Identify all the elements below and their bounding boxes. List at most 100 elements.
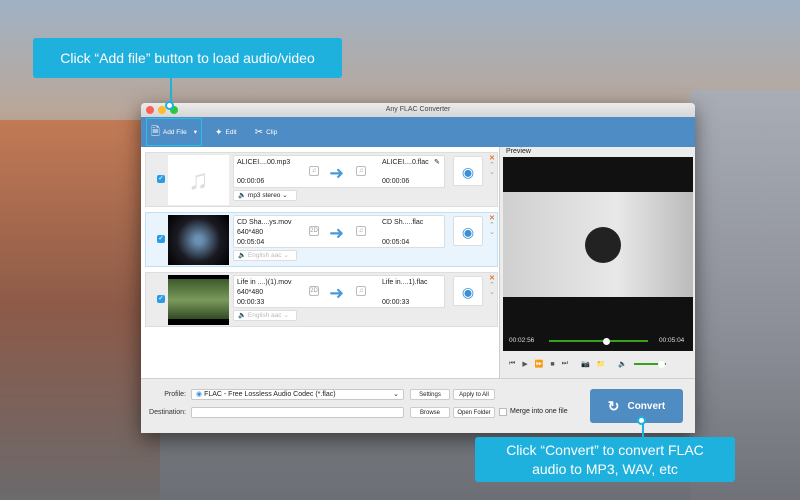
seek-handle[interactable] <box>602 337 610 345</box>
close-window-button[interactable] <box>146 106 154 114</box>
audio-format-icon: ♫ <box>356 166 366 176</box>
profile-label: Profile: <box>164 391 186 398</box>
output-profile-icon[interactable]: ◉ <box>453 156 483 186</box>
output-profile-icon[interactable]: ◉ <box>453 216 483 246</box>
audio-format-icon: ♫ <box>309 166 319 176</box>
file-checkbox[interactable]: ✓ <box>157 235 165 243</box>
file-checkbox[interactable]: ✓ <box>157 295 165 303</box>
row-controls: ✕ ⌃ ⌄ <box>489 155 495 176</box>
audio-track-select[interactable]: 🔈 English aac ⌄ <box>233 250 297 261</box>
reorder-icon[interactable]: ⌃ ⌄ <box>489 162 495 176</box>
video-thumbnail <box>168 215 229 265</box>
output-duration: 00:05:04 <box>382 239 410 246</box>
file-info: ALICEI....00.mp3 00:00:06 ♫ ➜ ♫ ALICEI..… <box>233 155 445 188</box>
output-name[interactable]: Life in....1).flac <box>382 279 428 286</box>
fast-forward-icon[interactable]: ⏩ <box>535 360 544 368</box>
convert-icon: ↻ <box>607 397 620 414</box>
merge-label: Merge into one file <box>510 408 568 415</box>
clip-button[interactable]: ✂ Clip <box>251 124 282 141</box>
edit-icon: ✦ <box>214 126 223 137</box>
playback-controls: ⏮ ▶ ⏩ ■ ⏭ 📷 📁 🔈 <box>503 354 693 374</box>
convert-label: Convert <box>627 400 666 412</box>
add-file-label: Add File <box>162 128 187 136</box>
arrow-right-icon: ➜ <box>329 223 345 243</box>
file-row[interactable]: ✓ CD Sha....ys.mov 640*480 00:05:04 2D ➜… <box>145 212 498 267</box>
file-row[interactable]: ✓ ♫ ALICEI....00.mp3 00:00:06 ♫ ➜ ♫ ALIC… <box>145 152 498 207</box>
destination-input[interactable] <box>191 407 404 418</box>
skip-forward-icon[interactable]: ⏭ <box>562 360 568 368</box>
video-preview[interactable]: 00:02:56 00:05:04 <box>503 157 693 351</box>
skip-back-icon[interactable]: ⏮ <box>509 360 515 368</box>
row-controls: ✕ ⌃ ⌄ <box>489 275 495 296</box>
reorder-icon[interactable]: ⌃ ⌄ <box>489 282 495 296</box>
source-name: Life in ....)(1).mov <box>237 279 292 286</box>
remove-icon[interactable]: ✕ <box>489 215 495 222</box>
remove-icon[interactable]: ✕ <box>489 155 495 162</box>
audio-track-label: English aac <box>247 252 282 259</box>
file-checkbox[interactable]: ✓ <box>157 175 165 183</box>
profile-value: FLAC - Free Lossless Audio Codec (*.flac… <box>204 391 336 398</box>
source-name: ALICEI....00.mp3 <box>237 159 291 166</box>
volume-icon[interactable]: 🔈 <box>618 360 627 368</box>
chevron-down-icon: ⌄ <box>393 391 399 398</box>
reorder-icon[interactable]: ⌃ ⌄ <box>489 222 495 236</box>
window-title: Any FLAC Converter <box>385 106 451 113</box>
settings-button[interactable]: Settings <box>410 389 450 400</box>
chevron-down-icon[interactable]: ▾ <box>194 128 197 136</box>
apply-to-all-button[interactable]: Apply to All <box>453 389 495 400</box>
volume-handle[interactable] <box>657 360 665 368</box>
total-time: 00:05:04 <box>659 337 685 344</box>
video-frame <box>503 192 693 297</box>
scissors-icon: ✂ <box>254 126 264 138</box>
audio-track-select[interactable]: 🔈 mp3 stereo ⌄ <box>233 190 297 201</box>
audio-track-label: English aac <box>247 312 282 319</box>
source-resolution: 640*480 <box>237 289 264 296</box>
add-file-callout: Click “Add file” button to load audio/vi… <box>33 38 342 78</box>
background-mountain <box>0 120 160 500</box>
audio-format-icon: ♫ <box>356 286 366 296</box>
merge-checkbox[interactable] <box>499 408 507 416</box>
play-icon[interactable]: ▶ <box>522 360 527 368</box>
edit-label: Edit <box>225 128 237 136</box>
flac-icon: ◉ <box>196 391 203 398</box>
file-info: CD Sha....ys.mov 640*480 00:05:04 2D ➜ ♫… <box>233 215 445 248</box>
output-name[interactable]: CD Sh.....flac <box>382 219 423 226</box>
destination-label: Destination: <box>149 409 186 416</box>
audio-track-label: mp3 stereo <box>247 192 281 199</box>
pencil-icon[interactable]: ✎ <box>434 158 440 166</box>
profile-select[interactable]: ◉ FLAC - Free Lossless Audio Codec (*.fl… <box>191 389 404 400</box>
arrow-right-icon: ➜ <box>329 283 345 303</box>
remove-icon[interactable]: ✕ <box>489 275 495 282</box>
open-folder-button[interactable]: Open Folder <box>453 407 495 418</box>
stop-icon[interactable]: ■ <box>550 361 554 368</box>
video-format-icon: 2D <box>309 286 319 296</box>
title-bar: Any FLAC Converter <box>141 103 695 117</box>
source-resolution: 640*480 <box>237 229 264 236</box>
file-row[interactable]: ✓ Life in ....)(1).mov 640*480 00:00:33 … <box>145 272 498 327</box>
output-duration: 00:00:33 <box>382 299 410 306</box>
video-thumbnail <box>168 275 229 325</box>
audio-track-select[interactable]: 🔈 English aac ⌄ <box>233 310 297 321</box>
music-note-icon: ♫ <box>168 155 229 205</box>
audio-format-icon: ♫ <box>356 226 366 236</box>
bottom-panel: Profile: ◉ FLAC - Free Lossless Audio Co… <box>141 378 695 433</box>
preview-panel: Preview 00:02:56 00:05:04 ⏮ ▶ ⏩ ■ ⏭ 📷 📁 … <box>503 147 693 378</box>
output-profile-icon[interactable]: ◉ <box>453 276 483 306</box>
current-time: 00:02:56 <box>509 337 535 344</box>
browse-button[interactable]: Browse <box>410 407 450 418</box>
source-duration: 00:00:33 <box>237 299 265 306</box>
convert-callout: Click “Convert” to convert FLAC audio to… <box>475 437 735 482</box>
snapshot-icon[interactable]: 📷 <box>581 360 590 368</box>
callout-dot <box>637 416 646 425</box>
volume-slider[interactable] <box>634 360 667 368</box>
folder-icon[interactable]: 📁 <box>597 360 606 368</box>
output-name[interactable]: ALICEI....0.flac <box>382 159 429 166</box>
add-file-button[interactable]: 🗎 Add File ▾ <box>146 118 202 146</box>
edit-button[interactable]: ✦ Edit <box>211 124 241 141</box>
seek-slider[interactable] <box>549 337 648 345</box>
callout-dot <box>165 101 174 110</box>
video-format-icon: 2D <box>309 226 319 236</box>
file-list: ✓ ♫ ALICEI....00.mp3 00:00:06 ♫ ➜ ♫ ALIC… <box>141 147 500 378</box>
clip-label: Clip <box>266 128 278 136</box>
row-controls: ✕ ⌃ ⌄ <box>489 215 495 236</box>
